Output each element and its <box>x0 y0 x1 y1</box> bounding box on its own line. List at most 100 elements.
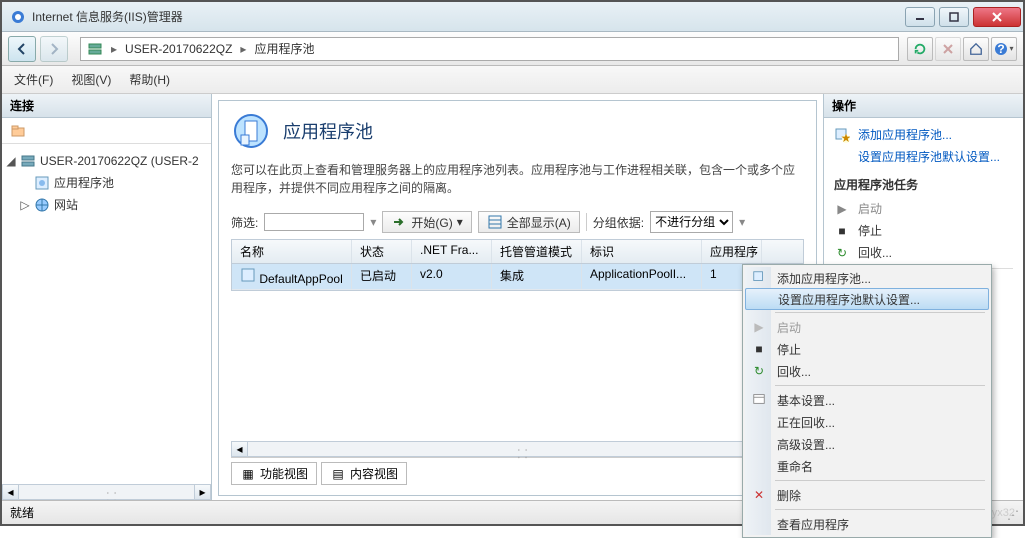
back-button[interactable] <box>8 36 36 62</box>
breadcrumb-node[interactable]: USER-20170622QZ <box>125 42 232 56</box>
content-pane: 应用程序池 您可以在此页上查看和管理服务器上的应用程序池列表。应用程序池与工作进… <box>212 94 823 500</box>
ctx-delete[interactable]: ✕删除 <box>745 484 989 506</box>
col-name[interactable]: 名称 <box>232 240 352 263</box>
left-scrollbar[interactable]: ◂⸬▸ <box>2 484 211 500</box>
window-title: Internet 信息服务(IIS)管理器 <box>32 8 903 25</box>
ctx-basic[interactable]: 基本设置... <box>745 389 989 411</box>
ctx-viewapps[interactable]: 查看应用程序 <box>745 513 989 535</box>
ctx-recycling[interactable]: 正在回收... <box>745 411 989 433</box>
help-button[interactable]: ?▾ <box>991 37 1017 61</box>
separator <box>775 509 985 510</box>
action-defaults[interactable]: 设置应用程序池默认设置... <box>834 146 1013 168</box>
svg-text:★: ★ <box>841 131 850 143</box>
separator <box>775 312 985 313</box>
settings-icon <box>751 392 767 409</box>
col-apps[interactable]: 应用程序 <box>702 240 762 263</box>
server-icon <box>20 153 36 169</box>
expand-icon[interactable]: ▷ <box>20 195 30 215</box>
ctx-start: ▶启动 <box>745 316 989 338</box>
page-description: 您可以在此页上查看和管理服务器上的应用程序池列表。应用程序池与工作进程相关联，包… <box>231 161 804 197</box>
tree-sites-node[interactable]: ▷ 网站 <box>6 194 207 216</box>
connections-header: 连接 <box>2 94 211 118</box>
app-icon <box>10 9 26 25</box>
titlebar[interactable]: Internet 信息服务(IIS)管理器 <box>2 2 1023 32</box>
svg-text:?: ? <box>998 42 1005 56</box>
add-icon: ★ <box>834 127 850 143</box>
tree-sites-label: 网站 <box>54 195 78 215</box>
showall-button[interactable]: 全部显示(A) <box>478 211 580 233</box>
grid-scrollbar[interactable]: ◂⸬▸ <box>231 441 804 457</box>
stop-icon: ■ <box>834 223 850 239</box>
col-state[interactable]: 状态 <box>352 240 412 263</box>
tree-apppools-node[interactable]: 应用程序池 <box>6 172 207 194</box>
menu-help[interactable]: 帮助(H) <box>129 71 170 88</box>
add-icon <box>751 270 767 287</box>
features-icon: ▦ <box>240 466 256 482</box>
ctx-add[interactable]: 添加应用程序池... <box>745 267 989 289</box>
go-button[interactable]: 开始(G) ▾ <box>382 211 471 233</box>
tree-apppools-label: 应用程序池 <box>54 173 114 193</box>
play-icon: ▶ <box>751 320 767 334</box>
action-start: ▶启动 <box>834 198 1013 220</box>
showall-icon <box>487 214 503 230</box>
delete-icon: ✕ <box>751 488 767 502</box>
tab-features[interactable]: ▦功能视图 <box>231 462 317 485</box>
apppool-icon <box>34 175 50 191</box>
ctx-recycle[interactable]: ↻回收... <box>745 360 989 382</box>
menu-view[interactable]: 视图(V) <box>71 71 111 88</box>
apppool-grid: 名称 状态 .NET Fra... 托管管道模式 标识 应用程序 Default… <box>231 239 804 291</box>
tree-server-node[interactable]: ◢ USER-20170622QZ (USER-2 <box>6 150 207 172</box>
sites-icon <box>34 197 50 213</box>
separator <box>775 480 985 481</box>
col-id[interactable]: 标识 <box>582 240 702 263</box>
apppool-row-icon <box>240 267 256 283</box>
grid-header[interactable]: 名称 状态 .NET Fra... 托管管道模式 标识 应用程序 <box>232 240 803 264</box>
connections-tree: ◢ USER-20170622QZ (USER-2 应用程序池 ▷ 网站 <box>2 144 211 222</box>
go-icon <box>391 214 407 230</box>
tree-server-label: USER-20170622QZ (USER-2 <box>40 151 199 171</box>
action-recycle[interactable]: ↻回收... <box>834 242 1013 264</box>
close-button[interactable] <box>973 7 1021 27</box>
apppool-page-icon <box>231 111 271 151</box>
separator <box>775 385 985 386</box>
col-net[interactable]: .NET Fra... <box>412 240 492 263</box>
groupby-label: 分组依据: <box>593 214 644 231</box>
recycle-icon: ↻ <box>834 245 850 261</box>
section-tasks: 应用程序池任务 <box>834 174 1013 196</box>
chevron-right-icon: ▸ <box>111 42 117 56</box>
resize-grip[interactable]: ⋰ <box>1007 508 1019 522</box>
filter-input[interactable] <box>264 213 364 231</box>
ctx-stop[interactable]: ■停止 <box>745 338 989 360</box>
groupby-select[interactable]: 不进行分组 <box>650 211 733 233</box>
action-stop[interactable]: ■停止 <box>834 220 1013 242</box>
page-title: 应用程序池 <box>283 118 373 144</box>
recycle-icon: ↻ <box>751 364 767 378</box>
breadcrumb[interactable]: ▸ USER-20170622QZ ▸ 应用程序池 <box>80 37 899 61</box>
collapse-icon[interactable]: ◢ <box>6 151 16 171</box>
action-add[interactable]: ★添加应用程序池... <box>834 124 1013 146</box>
menubar: 文件(F) 视图(V) 帮助(H) <box>2 66 1023 94</box>
grid-row[interactable]: DefaultAppPool 已启动 v2.0 集成 ApplicationPo… <box>232 264 803 290</box>
connections-toolbar <box>2 118 211 144</box>
minimize-button[interactable] <box>905 7 935 27</box>
navbar: ▸ USER-20170622QZ ▸ 应用程序池 ?▾ <box>2 32 1023 66</box>
actions-header: 操作 <box>824 94 1023 118</box>
breadcrumb-page[interactable]: 应用程序池 <box>254 40 314 57</box>
ctx-advanced[interactable]: 高级设置... <box>745 433 989 455</box>
home-button[interactable] <box>963 37 989 61</box>
chevron-right-icon: ▸ <box>240 42 246 56</box>
maximize-button[interactable] <box>939 7 969 27</box>
forward-button[interactable] <box>40 36 68 62</box>
stop-icon: ■ <box>751 342 767 356</box>
filter-bar: 筛选: ▾ 开始(G) ▾ 全部显示(A) 分组依据: 不进行分组 ▾ <box>231 211 804 233</box>
server-icon <box>87 41 103 57</box>
context-menu: 添加应用程序池... 设置应用程序池默认设置... ▶启动 ■停止 ↻回收...… <box>742 264 992 538</box>
connect-icon[interactable] <box>8 121 30 141</box>
ctx-rename[interactable]: 重命名 <box>745 455 989 477</box>
menu-file[interactable]: 文件(F) <box>14 71 53 88</box>
stop-nav-button[interactable] <box>935 37 961 61</box>
col-pipe[interactable]: 托管管道模式 <box>492 240 582 263</box>
refresh-button[interactable] <box>907 37 933 61</box>
ctx-defaults[interactable]: 设置应用程序池默认设置... <box>745 288 989 310</box>
tab-content[interactable]: ▤内容视图 <box>321 462 407 485</box>
